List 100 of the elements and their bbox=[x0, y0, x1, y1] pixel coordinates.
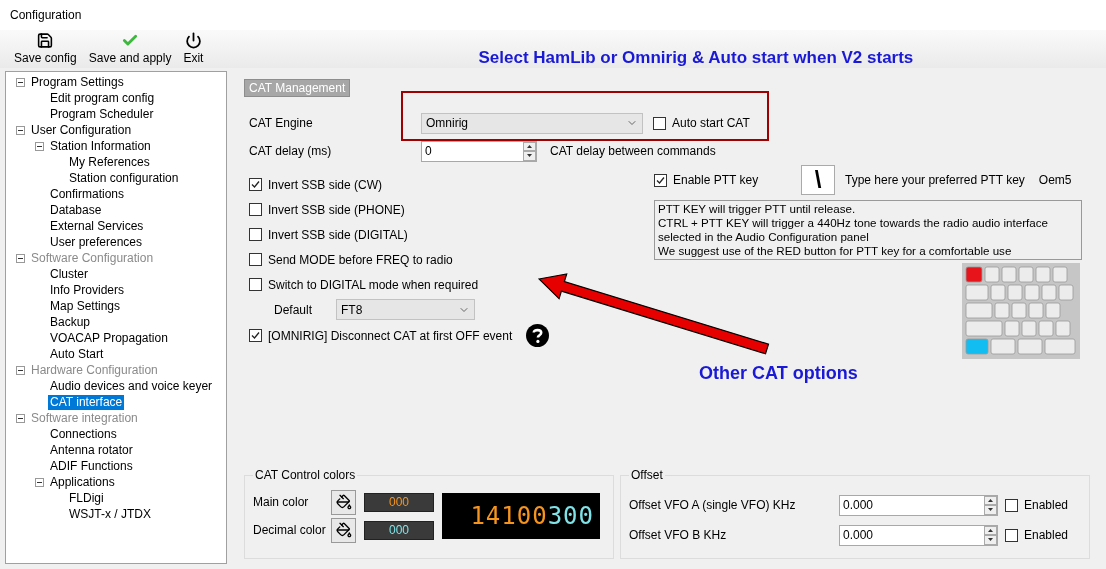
tree-item[interactable]: Software integration bbox=[29, 410, 140, 426]
tree-item[interactable]: Backup bbox=[48, 314, 93, 330]
window-title: Configuration bbox=[10, 8, 82, 22]
tree-item[interactable]: User Configuration bbox=[29, 122, 134, 138]
tree-item[interactable]: Hardware Configuration bbox=[29, 362, 160, 378]
tree-item[interactable]: My References bbox=[67, 154, 152, 170]
field-hint: Type here your preferred PTT key bbox=[845, 173, 1025, 187]
group-title: CAT Control colors bbox=[254, 468, 357, 482]
checkbox[interactable] bbox=[249, 203, 262, 216]
tree-item[interactable]: Database bbox=[48, 202, 104, 218]
color-swatch[interactable]: 000 bbox=[364, 520, 434, 540]
checkbox[interactable] bbox=[249, 253, 262, 266]
checkbox[interactable] bbox=[249, 278, 262, 291]
tree-item[interactable]: Audio devices and voice keyer bbox=[48, 378, 215, 394]
tree-item[interactable]: Cluster bbox=[48, 266, 90, 282]
tree-item[interactable]: Applications bbox=[48, 474, 117, 490]
checkbox[interactable] bbox=[249, 329, 262, 342]
spin-up-icon[interactable] bbox=[523, 141, 536, 151]
toolbar-button[interactable]: Save config bbox=[12, 30, 79, 68]
collapse-icon[interactable] bbox=[35, 477, 44, 487]
spin-up-icon[interactable] bbox=[984, 495, 997, 505]
collapse-icon[interactable] bbox=[35, 141, 44, 151]
spin-down-icon[interactable] bbox=[984, 505, 997, 515]
field-label: Decimal color bbox=[253, 523, 327, 537]
checkbox[interactable] bbox=[249, 228, 262, 241]
tree-item[interactable]: ADIF Functions bbox=[48, 458, 135, 474]
field-label: Default bbox=[274, 302, 314, 317]
key-name: Oem5 bbox=[1038, 173, 1072, 187]
tree-item[interactable]: Station Information bbox=[48, 138, 153, 154]
paint-bucket-icon bbox=[335, 494, 352, 510]
checkbox[interactable] bbox=[653, 116, 666, 130]
field-label: CAT delay (ms) bbox=[249, 144, 333, 158]
frequency-display: 14100300 bbox=[442, 493, 600, 539]
color-value: 000 bbox=[389, 523, 409, 537]
mode-dropdown[interactable]: FT8 bbox=[336, 299, 475, 320]
color-swatch[interactable]: 000 bbox=[364, 492, 434, 512]
section-title: CAT Management bbox=[244, 79, 351, 97]
tree-item[interactable]: FLDigi bbox=[67, 490, 106, 506]
group-title: Offset bbox=[630, 468, 664, 482]
spin-up-icon[interactable] bbox=[984, 525, 997, 535]
engine-dropdown[interactable]: Omnirig bbox=[421, 112, 643, 134]
paint-bucket-icon bbox=[335, 522, 352, 538]
field-hint: CAT delay between commands bbox=[550, 144, 716, 158]
tree-item[interactable]: Program Scheduler bbox=[48, 106, 156, 122]
tree-item[interactable]: User preferences bbox=[48, 234, 145, 250]
checkbox-label: Enable PTT key bbox=[673, 173, 760, 187]
checkbox-label: Enabled bbox=[1024, 498, 1069, 512]
info-line: selected in the Audio Configuration panel bbox=[658, 230, 870, 244]
offset-field[interactable]: 0.000 bbox=[839, 494, 998, 516]
tree-item[interactable]: Confirmations bbox=[48, 186, 127, 202]
tree-item[interactable]: Program Settings bbox=[29, 74, 126, 90]
checkbox[interactable] bbox=[249, 178, 262, 191]
field-label: Offset VFO A (single VFO) KHz bbox=[629, 498, 797, 512]
annotation-text: Other CAT options bbox=[699, 363, 858, 384]
collapse-icon[interactable] bbox=[16, 253, 25, 263]
annotation-text: Select HamLib or Omnirig & Auto start when V2 starts bbox=[478, 48, 914, 68]
delay-field[interactable]: 0 bbox=[421, 140, 537, 162]
tree-item[interactable]: WSJT-x / JTDX bbox=[67, 506, 153, 522]
checkbox[interactable] bbox=[654, 173, 667, 187]
checkbox-label: Switch to DIGITAL mode when required bbox=[268, 277, 479, 292]
tree-item[interactable]: Software Configuration bbox=[29, 250, 156, 266]
checkbox-label: Auto start CAT bbox=[672, 116, 750, 130]
tree-item[interactable]: Info Providers bbox=[48, 282, 127, 298]
checkbox[interactable] bbox=[1005, 528, 1018, 542]
tree-item[interactable]: Connections bbox=[48, 426, 119, 442]
help-icon[interactable] bbox=[526, 324, 550, 347]
collapse-icon[interactable] bbox=[16, 125, 25, 135]
checkbox-label: [OMNIRIG] Disconnect CAT at first OFF event bbox=[268, 328, 513, 343]
offset-field[interactable]: 0.000 bbox=[839, 524, 998, 546]
spin-down-icon[interactable] bbox=[523, 151, 536, 161]
checkbox-label: Send MODE before FREQ to radio bbox=[268, 252, 453, 267]
toolbar-button[interactable]: Save and apply bbox=[86, 30, 174, 68]
spin-down-icon[interactable] bbox=[984, 535, 997, 545]
tree-item[interactable]: Antenna rotator bbox=[48, 442, 135, 458]
tree-item[interactable]: CAT interface bbox=[48, 394, 125, 410]
collapse-icon[interactable] bbox=[16, 365, 25, 375]
tree-item[interactable]: VOACAP Propagation bbox=[48, 330, 170, 346]
checkbox-label: Enabled bbox=[1024, 528, 1069, 542]
field-label: Main color bbox=[253, 495, 310, 509]
tree-item[interactable]: Station configuration bbox=[67, 170, 181, 186]
checkbox-label: Invert SSB side (DIGITAL) bbox=[268, 227, 408, 242]
toolbar-button[interactable]: Exit bbox=[181, 30, 206, 68]
color-value: 000 bbox=[389, 495, 409, 509]
ptt-key-field[interactable]: \ bbox=[801, 165, 835, 195]
collapse-icon[interactable] bbox=[16, 413, 25, 423]
paint-button[interactable] bbox=[331, 517, 356, 543]
tree-item[interactable]: Map Settings bbox=[48, 298, 123, 314]
collapse-icon[interactable] bbox=[16, 77, 25, 87]
power-icon bbox=[184, 32, 202, 49]
field-label: CAT Engine bbox=[249, 116, 314, 130]
paint-button[interactable] bbox=[331, 489, 356, 515]
checkbox-label: Invert SSB side (PHONE) bbox=[268, 202, 405, 217]
tree-item[interactable]: Edit program config bbox=[48, 90, 157, 106]
checkbox[interactable] bbox=[1005, 498, 1018, 512]
tree-item[interactable]: External Services bbox=[48, 218, 146, 234]
checkbox-label: Invert SSB side (CW) bbox=[268, 177, 383, 192]
field-label: Offset VFO B KHz bbox=[629, 528, 728, 542]
info-line: PTT KEY will trigger PTT until release. bbox=[658, 202, 857, 216]
tree-item[interactable]: Auto Start bbox=[48, 346, 106, 362]
info-line: We suggest use of the RED button for PTT key for a comfortable use bbox=[658, 244, 1013, 258]
